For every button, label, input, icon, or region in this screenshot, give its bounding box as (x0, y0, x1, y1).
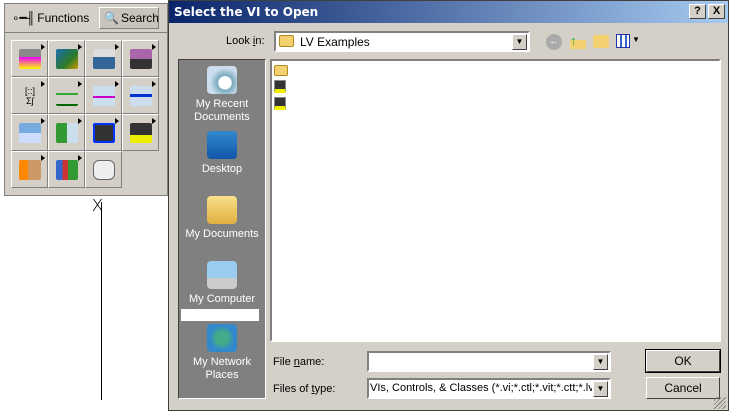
file-name-input[interactable]: ▼ (367, 351, 611, 372)
back-icon[interactable]: ← (546, 34, 562, 50)
place-my-network-places[interactable]: My Network Places (179, 324, 265, 382)
new-folder-icon[interactable] (593, 35, 609, 48)
vi-file-icon[interactable] (274, 97, 286, 110)
palette-mathematics[interactable]: [::] Σ∫ (11, 77, 48, 114)
palette-favorites[interactable] (85, 151, 122, 188)
recent-documents-icon (207, 66, 237, 94)
my-computer-icon (207, 261, 237, 289)
signal-icon (56, 86, 78, 106)
instrument-icon (93, 49, 115, 69)
user-icon (19, 160, 41, 180)
palette-fpga[interactable] (122, 114, 159, 151)
palette-signal-processing[interactable] (48, 77, 85, 114)
network-places-icon (207, 324, 237, 352)
open-file-dialog: Select the VI to Open ? X Look in: LV Ex… (168, 0, 729, 411)
file-type-select[interactable]: VIs, Controls, & Classes (*.vi;*.ctl;*.v… (367, 378, 611, 399)
network-icon (93, 86, 115, 106)
functions-tab-label: Functions (37, 11, 90, 25)
place-label: My Computer (188, 293, 256, 305)
help-button[interactable]: ? (689, 4, 706, 19)
place-my-documents[interactable]: My Documents (179, 196, 265, 241)
place-my-computer[interactable]: My Computer (179, 261, 265, 306)
file-type-value: VIs, Controls, & Classes (*.vi;*.ctl;*.v… (370, 382, 592, 394)
chevron-down-icon[interactable]: ▼ (593, 354, 608, 370)
place-my-recent-documents[interactable]: My Recent Documents (179, 66, 265, 124)
programming-icon (19, 49, 41, 69)
file-type-label: Files of type: (273, 383, 336, 395)
file-list[interactable] (270, 59, 721, 342)
place-label: My Recent Documents (194, 98, 250, 123)
pin-icon[interactable]: ∘━╢ (12, 11, 35, 25)
look-in-label: Look in: (226, 35, 265, 47)
place-label: My Documents (185, 228, 259, 240)
palette-select-vi[interactable] (85, 114, 122, 151)
ok-button[interactable]: OK (645, 349, 721, 373)
palette-instrument-io[interactable] (85, 40, 122, 77)
my-documents-icon (207, 196, 237, 224)
palette-programming[interactable] (11, 40, 48, 77)
view-dropdown-icon[interactable]: ▼ (632, 35, 640, 44)
resize-grip[interactable] (714, 397, 726, 409)
math-icon: [::] Σ∫ (24, 86, 35, 106)
palette-measurement-io[interactable] (48, 40, 85, 77)
palette-grid: [::] Σ∫ (11, 40, 159, 188)
functions-palette: ∘━╢ Functions 🔍 Search [::] Σ∫ (4, 3, 168, 196)
chevron-down-icon[interactable]: ▼ (593, 381, 608, 397)
control-icon (19, 123, 41, 143)
express-icon (56, 123, 78, 143)
file-name-label: File name: (273, 356, 325, 368)
palette-data-communication[interactable] (85, 77, 122, 114)
palette-connectivity[interactable] (122, 77, 159, 114)
up-folder-icon[interactable]: ↑ (570, 33, 586, 49)
close-button[interactable]: X (708, 4, 725, 19)
palette-addons[interactable] (48, 151, 85, 188)
folder-icon[interactable] (274, 65, 288, 76)
daq-icon (56, 49, 78, 69)
select-vi-icon (93, 123, 115, 143)
look-in-value: LV Examples (300, 35, 370, 49)
place-label: My Network Places (192, 356, 252, 381)
look-in-combo[interactable]: LV Examples ▼ (274, 31, 530, 52)
desktop-icon (207, 131, 237, 159)
place-label: Desktop (201, 163, 243, 175)
view-menu-icon[interactable] (616, 34, 630, 48)
folder-icon (279, 35, 294, 47)
connectivity-icon (130, 86, 152, 106)
chevron-down-icon[interactable]: ▼ (512, 34, 527, 50)
palette-vision-motion[interactable] (122, 40, 159, 77)
vi-file-icon[interactable] (274, 80, 286, 93)
arrow-pointer (101, 202, 102, 400)
redaction-bar (181, 309, 259, 321)
places-bar: My Recent Documents Desktop My Documents… (178, 59, 266, 399)
add-vi-icon (130, 123, 152, 143)
search-icon: 🔍 (104, 11, 119, 25)
palette-user-libraries[interactable] (11, 151, 48, 188)
cancel-button[interactable]: Cancel (646, 377, 720, 399)
dialog-title: Select the VI to Open (169, 1, 728, 23)
palette-express[interactable] (48, 114, 85, 151)
place-desktop[interactable]: Desktop (179, 131, 265, 176)
tab-search[interactable]: 🔍 Search (99, 7, 159, 29)
library-icon (56, 160, 78, 180)
tab-functions[interactable]: ∘━╢ Functions (8, 7, 98, 29)
palette-control-design[interactable] (11, 114, 48, 151)
favorites-icon (93, 160, 115, 180)
search-tab-label: Search (120, 11, 159, 25)
vision-icon (130, 49, 152, 69)
divider (5, 32, 167, 33)
